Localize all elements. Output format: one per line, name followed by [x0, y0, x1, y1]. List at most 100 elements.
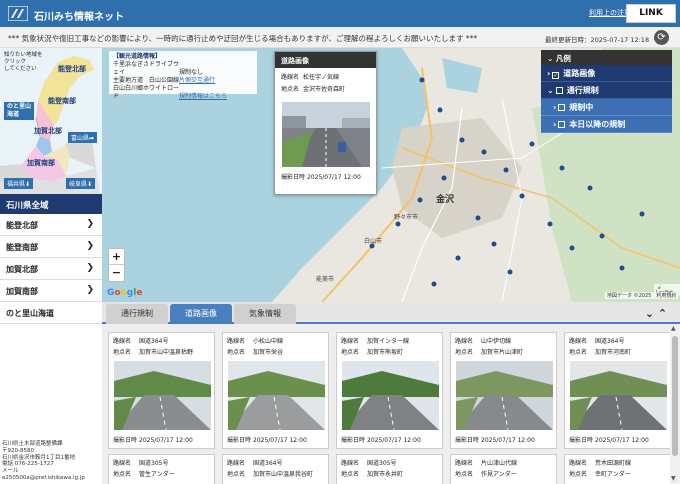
region-kaga-minami[interactable]: 加賀南部 [27, 158, 55, 168]
card-route: 路線名 国道364号 [227, 460, 283, 467]
camera-card[interactable]: 路線名 国道364号地点名 加賀市山中温泉我谷町 [222, 454, 329, 484]
legend-sub-in-progress[interactable]: › 規制中 [541, 99, 672, 116]
card-route: 路線名 小松山中線 [227, 338, 284, 345]
camera-card-grid: 路線名 国道364号 地点名 加賀市山中温泉枯野 撮影日時 2025/07/17 12:0… [102, 324, 670, 484]
popup-date: 撮影日時 2025/07/17 12:00 [281, 174, 361, 181]
region-fukui[interactable]: 福井県⬇ [4, 178, 34, 189]
tourism-row: 主要地方道 白山公園線片側交互通行 [113, 77, 216, 85]
card-camera-image[interactable] [114, 361, 211, 430]
camera-card[interactable]: 路線名 国道364号 地点名 加賀市河南町 撮影日時 2025/07/17 12:00 [564, 332, 670, 449]
usage-notes-link[interactable]: 利用上の注意 [589, 8, 631, 18]
cards-scrollbar[interactable]: ▲ ▼ [670, 324, 680, 484]
chevron-right-icon: ❯ [86, 285, 94, 295]
card-place: 地点名 作見アンダー [455, 471, 517, 478]
tourism-link[interactable]: 規制情報はこちら [179, 93, 227, 101]
tab-traffic-regulation[interactable]: 通行規制 [106, 304, 168, 324]
region-toyama[interactable]: 富山県➡ [68, 132, 98, 143]
region-kaga-kita[interactable]: 加賀北部 [34, 126, 62, 136]
popup-route: 路線名 松任宇ノ気線 [281, 74, 340, 81]
region-noto-satoyama[interactable]: のと里山 海道 [4, 102, 35, 120]
card-route: 路線名 加賀インター線 [341, 338, 410, 345]
card-route: 路線名 国道364号 [113, 338, 169, 345]
area-header-all[interactable]: 石川県全域 [0, 194, 102, 214]
prefecture-mini-map[interactable]: 知りたい地域を クリック してください 能登北部 能登南部 のと里山 海道 加賀… [0, 48, 102, 194]
left-pane: 知りたい地域を クリック してください 能登北部 能登南部 のと里山 海道 加賀… [0, 48, 102, 484]
camera-card[interactable]: 路線名 山中伊切線 地点名 加賀市片山津町 撮影日時 2025/07/17 12:00 [450, 332, 557, 449]
camera-card[interactable]: 路線名 国道305号 地点名 加賀市永井町 [336, 454, 443, 484]
card-place: 地点名 加賀市山中温泉我谷町 [227, 471, 314, 478]
card-camera-image[interactable] [570, 361, 667, 430]
checkbox[interactable] [558, 104, 566, 111]
chevron-right-icon: ❯ [86, 263, 94, 273]
map-place-label: 白山市 [364, 238, 383, 245]
area-item-noto-kita[interactable]: 能登北部 ❯ [0, 214, 102, 236]
camera-card[interactable]: 路線名 片山津山代線 地点名 作見アンダー [450, 454, 557, 484]
card-date: 撮影日時 2025/07/17 12:00 [227, 437, 307, 444]
tab-weather[interactable]: 気象情報 [234, 304, 296, 324]
card-route: 路線名 片山津山代線 [455, 460, 518, 467]
card-date: 撮影日時 2025/07/17 12:00 [569, 437, 649, 444]
site-title: 石川みち情報ネット [34, 12, 124, 23]
scroll-up-icon[interactable]: ▲ [671, 325, 676, 332]
popup-place: 地点名 金沢市佐奇森町 [281, 86, 346, 93]
region-gifu[interactable]: 岐阜県⬇ [66, 178, 96, 189]
camera-card[interactable]: 路線名 荒木田源町線 地点名 幸町アンダー [564, 454, 670, 484]
camera-card[interactable]: 路線名 国道305号 地点名 管生アンダー [108, 454, 215, 484]
region-noto-kita[interactable]: 能登北部 [58, 64, 86, 74]
card-place: 地点名 幸町アンダー [569, 471, 631, 478]
chevron-down-icon: ⌄ [547, 86, 554, 95]
camera-card[interactable]: 路線名 小松山中線 地点名 加賀市栄谷撮影日時 2025/07/17 12:00 [222, 332, 329, 449]
refresh-icon[interactable]: ⟳ [654, 30, 669, 45]
map-city-label: 金沢 [436, 195, 455, 205]
area-item-kaga-kita[interactable]: 加賀北部 ❯ [0, 258, 102, 280]
legend-sub-upcoming[interactable]: › 本日以降の規制 [541, 116, 672, 133]
zoom-control: + − [108, 248, 125, 282]
notice-text: *** 気象状況や復旧工事などの影響により、一時的に通行止めや迂回が生じる場合も… [8, 34, 478, 43]
road-image-popup[interactable]: 道路画像 路線名 松任宇ノ気線 地点名 金沢市佐奇森町 撮影日時 2025/07/17… [274, 51, 377, 195]
scroll-down-icon[interactable]: ▼ [671, 475, 676, 482]
card-place: 地点名 加賀市栄谷 [227, 349, 284, 356]
tabs-bar: 通行規制 道路画像 気象情報 ⌄ ⌃ [102, 302, 680, 324]
google-logo: Google [107, 288, 143, 298]
tourism-title: 【観光道路情報】 [113, 53, 162, 60]
main-map[interactable]: 金沢 白山市 野々市市 能美市 【観光道路情報】 千里浜なぎさドライブウェイ 規制… [102, 48, 680, 302]
camera-card[interactable]: 路線名 加賀インター線 地点名 加賀市熊坂町撮影日時 2025/07/17 12:00 [336, 332, 443, 449]
zoom-in-button[interactable]: + [109, 249, 124, 265]
tourism-link[interactable]: 片側交互通行 [179, 77, 215, 85]
site-logo-icon [8, 6, 28, 21]
legend-header[interactable]: ⌄ 凡例 [541, 50, 672, 65]
site-header: 石川みち情報ネット 利用上の注意 LINK [0, 0, 680, 27]
card-place: 地点名 加賀市河南町 [569, 349, 632, 356]
legend-item-traffic-regulation[interactable]: ⌄ 通行規制 [541, 82, 672, 99]
region-noto-minami[interactable]: 能登南部 [48, 96, 76, 106]
card-camera-image[interactable] [456, 361, 553, 430]
card-camera-image[interactable] [342, 361, 439, 430]
area-item-noto-minami[interactable]: 能登南部 ❯ [0, 236, 102, 258]
card-place: 地点名 加賀市永井町 [341, 471, 404, 478]
card-route: 路線名 山中伊切線 [455, 338, 512, 345]
scroll-thumb[interactable] [672, 336, 678, 456]
zoom-out-button[interactable]: − [109, 265, 124, 281]
tab-road-image[interactable]: 道路画像 [170, 304, 232, 324]
popup-camera-image[interactable] [282, 102, 370, 167]
area-item-kaga-minami[interactable]: 加賀南部 ❯ [0, 280, 102, 302]
map-place-label: 能美市 [316, 276, 335, 283]
card-place: 地点名 加賀市熊坂町 [341, 349, 404, 356]
link-button[interactable]: LINK [626, 4, 676, 23]
card-route: 路線名 荒木田源町線 [569, 460, 632, 467]
map-copyright[interactable]: 地図データ ©2025 利用規約 [605, 292, 679, 299]
chevron-right-icon: ❯ [86, 241, 94, 251]
collapse-panel-icon[interactable]: ⌄ ⌃ [634, 305, 678, 322]
tourism-row: 千里浜なぎさドライブウェイ 規制なし [113, 61, 204, 76]
card-date: 撮影日時 2025/07/17 12:00 [341, 437, 421, 444]
area-item-noto-satoyama[interactable]: のと里山海道 [0, 302, 102, 324]
camera-card[interactable]: 路線名 国道364号 地点名 加賀市山中温泉枯野 撮影日時 2025/07/17 12:0… [108, 332, 215, 449]
checkbox[interactable] [558, 121, 566, 128]
chevron-down-icon: ⌄ [547, 54, 556, 63]
chevron-right-icon: › [553, 103, 557, 112]
chevron-right-icon: ❯ [86, 219, 94, 229]
card-camera-image[interactable] [228, 361, 325, 430]
checkbox-checked[interactable]: ✓ [552, 72, 560, 79]
checkbox[interactable] [555, 87, 563, 94]
legend-item-road-image[interactable]: › ✓ 道路画像 [541, 65, 672, 82]
